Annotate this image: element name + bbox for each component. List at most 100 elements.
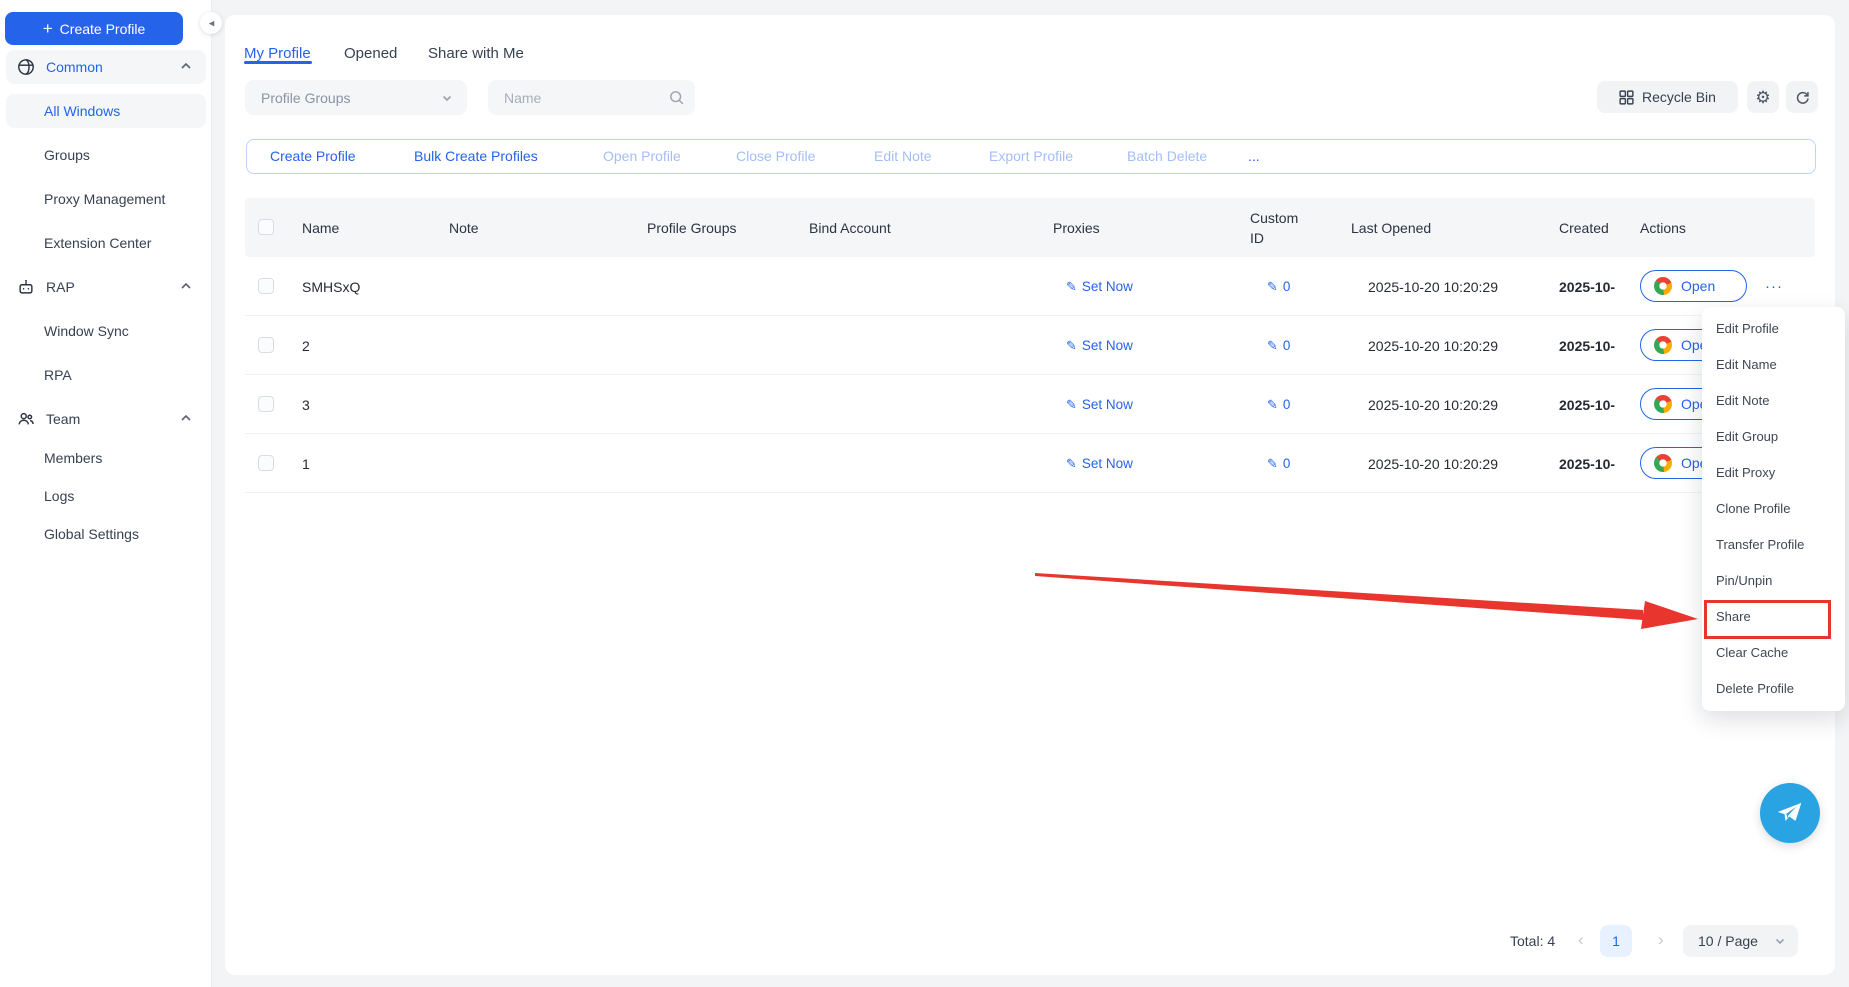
pagination-next-icon[interactable]: › — [1658, 925, 1664, 957]
action-export-profile[interactable]: Export Profile — [989, 140, 1073, 173]
col-bind-account: Bind Account — [809, 198, 891, 257]
cell-name: 2 — [302, 316, 310, 375]
sidebar-item-label: Window Sync — [44, 323, 129, 339]
settings-button[interactable]: ⚙ — [1747, 81, 1779, 113]
menu-item-clear-cache[interactable]: Clear Cache — [1702, 635, 1845, 671]
telegram-plane-icon — [1774, 798, 1804, 828]
sidebar-item-label: RPA — [44, 367, 72, 383]
sidebar-item-members[interactable]: Members — [6, 441, 206, 475]
grid-icon — [1619, 90, 1634, 105]
action-close-profile[interactable]: Close Profile — [736, 140, 815, 173]
cell-last-opened: 2025-10-20 10:20:29 — [1368, 257, 1498, 316]
sidebar-item-extension-center[interactable]: Extension Center — [6, 226, 206, 260]
menu-item-transfer-profile[interactable]: Transfer Profile — [1702, 527, 1845, 563]
pencil-icon: ✎ — [1066, 280, 1077, 293]
row-checkbox[interactable] — [258, 337, 274, 353]
sidebar-collapse-button[interactable]: ◀ — [200, 12, 222, 34]
action-create-profile[interactable]: Create Profile — [270, 140, 356, 173]
sidebar-item-rap[interactable]: RAP — [6, 270, 206, 304]
chevron-up-icon — [180, 59, 192, 75]
menu-item-pin-unpin[interactable]: Pin/Unpin — [1702, 563, 1845, 599]
menu-item-clone-profile[interactable]: Clone Profile — [1702, 491, 1845, 527]
gear-icon: ⚙ — [1755, 89, 1770, 106]
cell-custom-id: ✎0 — [1267, 257, 1290, 316]
menu-item-delete-profile[interactable]: Delete Profile — [1702, 671, 1845, 707]
menu-item-edit-profile[interactable]: Edit Profile — [1702, 311, 1845, 347]
action-batch-delete[interactable]: Batch Delete — [1127, 140, 1207, 173]
telegram-fab-button[interactable] — [1760, 783, 1820, 843]
pencil-icon: ✎ — [1267, 280, 1278, 293]
set-now-link[interactable]: ✎Set Now — [1066, 397, 1133, 412]
profile-groups-select[interactable]: Profile Groups — [245, 80, 467, 115]
page-size-select[interactable]: 10 / Page — [1683, 925, 1798, 957]
col-proxies: Proxies — [1053, 198, 1100, 257]
sidebar-item-team[interactable]: Team — [6, 402, 206, 436]
sidebar-item-common[interactable]: Common — [6, 50, 206, 84]
row-checkbox[interactable] — [258, 396, 274, 412]
select-all-checkbox[interactable] — [258, 219, 274, 235]
menu-item-edit-group[interactable]: Edit Group — [1702, 419, 1845, 455]
menu-item-edit-note[interactable]: Edit Note — [1702, 383, 1845, 419]
row-checkbox[interactable] — [258, 278, 274, 294]
row-context-menu: Edit Profile Edit Name Edit Note Edit Gr… — [1702, 307, 1845, 711]
col-note: Note — [449, 198, 479, 257]
col-name: Name — [302, 198, 339, 257]
recycle-bin-button[interactable]: Recycle Bin — [1597, 81, 1738, 113]
set-now-link[interactable]: ✎Set Now — [1066, 338, 1133, 353]
action-more-ellipsis[interactable]: ... — [1248, 140, 1260, 173]
cell-custom-id: ✎0 — [1267, 375, 1290, 434]
sidebar-item-all-windows[interactable]: All Windows — [6, 94, 206, 128]
set-now-link[interactable]: ✎Set Now — [1066, 279, 1133, 294]
tab-my-profile[interactable]: My Profile — [244, 45, 311, 62]
menu-item-edit-name[interactable]: Edit Name — [1702, 347, 1845, 383]
menu-item-edit-proxy[interactable]: Edit Proxy — [1702, 455, 1845, 491]
action-bulk-create-profiles[interactable]: Bulk Create Profiles — [414, 140, 538, 173]
search-icon[interactable] — [669, 90, 685, 106]
open-profile-button[interactable]: Open — [1640, 270, 1747, 302]
create-profile-label: Create Profile — [60, 21, 146, 37]
row-checkbox[interactable] — [258, 455, 274, 471]
name-search-input[interactable] — [488, 80, 695, 115]
cell-custom-id: ✎0 — [1267, 316, 1290, 375]
cell-last-opened: 2025-10-20 10:20:29 — [1368, 316, 1498, 375]
chevron-up-icon — [180, 279, 192, 295]
edit-custom-id-link[interactable]: ✎0 — [1267, 279, 1290, 294]
action-open-profile[interactable]: Open Profile — [603, 140, 681, 173]
chrome-browser-icon — [1654, 277, 1672, 295]
sidebar: + Create Profile Common All Windows Grou… — [0, 0, 212, 987]
set-now-link[interactable]: ✎Set Now — [1066, 456, 1133, 471]
bulk-action-bar: Create Profile Bulk Create Profiles Open… — [246, 139, 1816, 174]
create-profile-button[interactable]: + Create Profile — [5, 12, 183, 45]
edit-custom-id-link[interactable]: ✎0 — [1267, 397, 1290, 412]
sidebar-item-label: Logs — [44, 488, 74, 504]
pagination-page-1[interactable]: 1 — [1600, 925, 1632, 957]
sidebar-item-window-sync[interactable]: Window Sync — [6, 314, 206, 348]
cell-name: 3 — [302, 375, 310, 434]
sidebar-item-rpa[interactable]: RPA — [6, 358, 206, 392]
pagination-prev-icon[interactable]: ‹ — [1578, 925, 1584, 957]
plus-icon: + — [43, 20, 53, 37]
refresh-icon — [1795, 90, 1810, 105]
sidebar-item-label: RAP — [46, 279, 180, 295]
pencil-icon: ✎ — [1267, 339, 1278, 352]
sidebar-item-global-settings[interactable]: Global Settings — [6, 517, 206, 551]
profile-groups-placeholder: Profile Groups — [261, 90, 441, 106]
sidebar-item-proxy-management[interactable]: Proxy Management — [6, 182, 206, 216]
edit-custom-id-link[interactable]: ✎0 — [1267, 456, 1290, 471]
tab-opened[interactable]: Opened — [344, 45, 397, 62]
sidebar-item-groups[interactable]: Groups — [6, 138, 206, 172]
cell-last-opened: 2025-10-20 10:20:29 — [1368, 375, 1498, 434]
chrome-browser-icon — [1654, 336, 1672, 354]
cell-created: 2025-10- — [1559, 257, 1615, 316]
edit-custom-id-link[interactable]: ✎0 — [1267, 338, 1290, 353]
pencil-icon: ✎ — [1267, 398, 1278, 411]
action-edit-note[interactable]: Edit Note — [874, 140, 932, 173]
refresh-button[interactable] — [1786, 81, 1818, 113]
cell-created: 2025-10- — [1559, 316, 1615, 375]
tab-share-with-me[interactable]: Share with Me — [428, 45, 524, 62]
globe-icon — [16, 57, 36, 77]
chrome-browser-icon — [1654, 395, 1672, 413]
col-last-opened: Last Opened — [1351, 198, 1431, 257]
cell-custom-id: ✎0 — [1267, 434, 1290, 493]
sidebar-item-logs[interactable]: Logs — [6, 479, 206, 513]
